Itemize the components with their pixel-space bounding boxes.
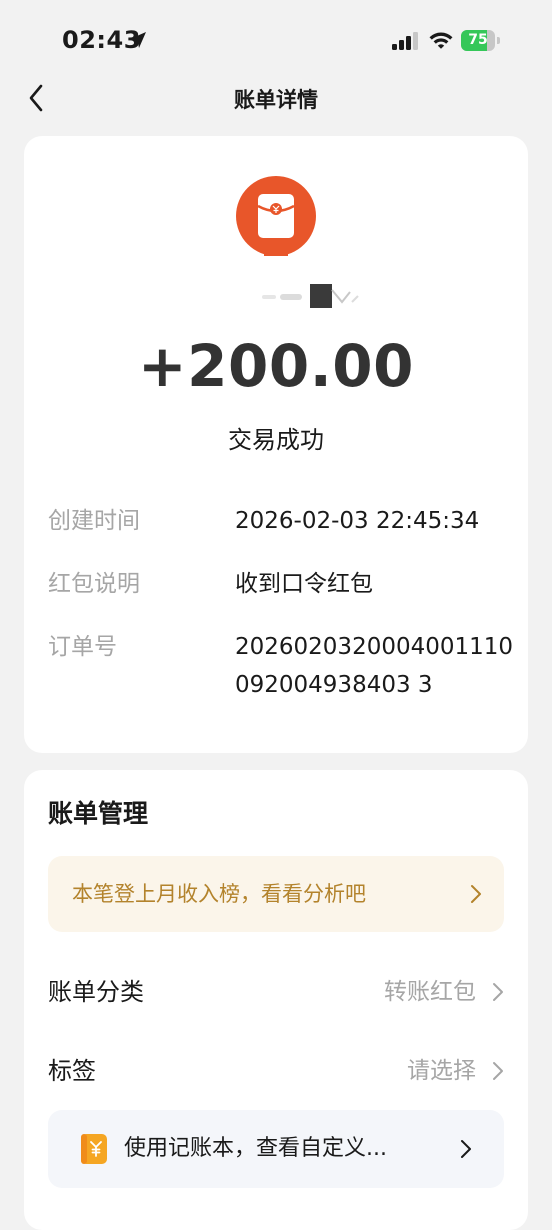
ledger-banner[interactable]: 使用记账本，查看自定义...: [48, 1110, 504, 1188]
detail-label: 创建时间: [48, 508, 140, 534]
location-arrow-icon: [130, 32, 146, 48]
chevron-right-icon: [461, 1140, 471, 1158]
detail-label: 红包说明: [48, 571, 140, 597]
nav-bar: 账单详情: [0, 70, 552, 126]
page-title: 账单详情: [234, 88, 318, 112]
chevron-right-icon: [471, 885, 481, 903]
detail-value: 收到口令红包: [235, 571, 373, 597]
transaction-amount: +200.00: [138, 332, 414, 400]
detail-value: 2026-02-03 22:45:34: [235, 508, 480, 534]
tag-row[interactable]: 标签 请选择: [48, 1046, 504, 1096]
income-ranking-banner[interactable]: 本笔登上月收入榜，看看分析吧: [48, 856, 504, 932]
battery-body: 75: [461, 30, 495, 51]
detail-label: 订单号: [48, 634, 117, 660]
ledger-icon: [81, 1134, 107, 1164]
setting-value: 转账红包: [384, 979, 476, 1005]
wifi-icon: [429, 32, 453, 49]
transaction-status: 交易成功: [228, 426, 324, 454]
order-number-value[interactable]: 2026020320004001110092004938403 3: [235, 628, 515, 704]
battery-percent: 75: [468, 32, 488, 48]
chevron-right-icon: [493, 1062, 503, 1080]
setting-value: 请选择: [407, 1058, 476, 1084]
ledger-banner-text: 使用记账本，查看自定义...: [124, 1136, 387, 1161]
payer-name-redacted: [262, 284, 359, 308]
bill-category-row[interactable]: 账单分类 转账红包: [48, 967, 504, 1017]
battery-cap: [497, 37, 500, 44]
transaction-detail-card: +200.00 交易成功 创建时间 2026-02-03 22:45:34 红包…: [24, 136, 528, 753]
setting-label: 标签: [48, 1057, 96, 1085]
battery-indicator: 75: [461, 30, 501, 51]
bill-management-card: 账单管理 本笔登上月收入榜，看看分析吧 账单分类 转账红包 标签 请选择 使用记…: [24, 770, 528, 1230]
chevron-right-icon: [493, 983, 503, 1001]
section-title: 账单管理: [48, 799, 149, 828]
red-packet-icon: [236, 176, 316, 256]
status-bar: 02:43 75: [0, 0, 552, 80]
income-banner-text: 本笔登上月收入榜，看看分析吧: [72, 882, 366, 906]
signal-icon: [392, 32, 418, 50]
setting-label: 账单分类: [48, 978, 144, 1006]
